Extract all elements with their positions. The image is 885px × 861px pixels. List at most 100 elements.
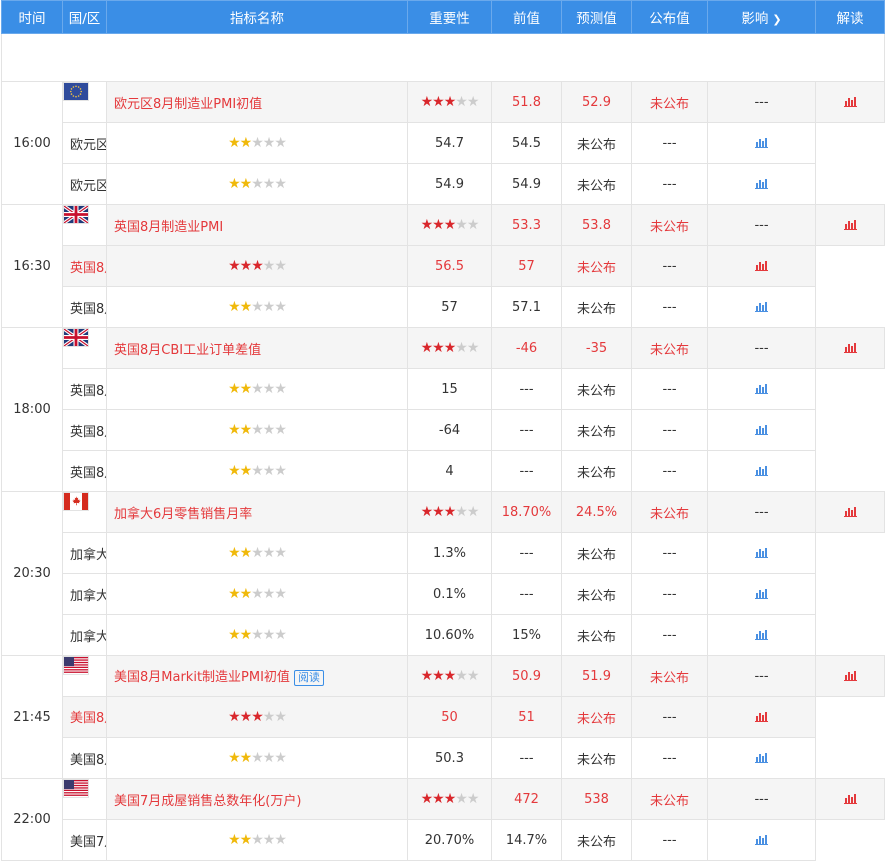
- bar-chart-icon[interactable]: [755, 710, 768, 722]
- indicator-name[interactable]: 英国8月CBI工业出口订单差值: [62, 409, 107, 451]
- indicator-name-text[interactable]: 加拿大6月零售销售月率: [114, 507, 252, 522]
- indicator-name[interactable]: 加拿大7月新屋价格指数年率: [62, 532, 107, 574]
- read-tag-button[interactable]: 阅读: [293, 669, 324, 686]
- bar-chart-icon[interactable]: [755, 382, 768, 394]
- indicator-name-text[interactable]: 美国8月Markit制造业PMI初值: [114, 670, 290, 685]
- importance-stars: ★★★★★: [407, 204, 492, 246]
- indicator-name-text[interactable]: 英国8月CBI工业订单差值: [114, 343, 261, 358]
- indicator-name-text[interactable]: 美国7月成屋销售总数年化(万户): [114, 794, 301, 809]
- country-flag: [63, 492, 89, 511]
- indicator-name[interactable]: 英国8月CBI工业订单差值: [106, 327, 408, 369]
- indicator-name-text[interactable]: 欧元区8月制造业PMI初值: [114, 97, 262, 112]
- indicator-name-text[interactable]: 美国7月成屋销售年化月率: [70, 835, 106, 850]
- indicator-name[interactable]: 美国8月Markit制造业PMI初值 阅读: [106, 655, 408, 697]
- indicator-name[interactable]: 美国7月成屋销售总数年化(万户): [106, 778, 408, 820]
- event-time: 18:00: [1, 327, 63, 492]
- indicator-name-text[interactable]: 美国8月Markit综合PMI初值: [70, 753, 106, 768]
- indicator-name-text[interactable]: 欧元区8月综合PMI初值: [70, 179, 106, 194]
- indicator-name[interactable]: 英国8月综合PMI: [62, 286, 107, 328]
- indicator-name-text[interactable]: 英国8月综合PMI: [70, 302, 106, 317]
- interpret-cell[interactable]: [815, 204, 885, 246]
- interpret-cell[interactable]: [707, 532, 816, 574]
- bar-chart-icon[interactable]: [755, 587, 768, 599]
- indicator-name[interactable]: 美国8月Markit综合PMI初值: [62, 737, 107, 779]
- indicator-name-text[interactable]: 英国8月CBI工业产出预期差值: [70, 384, 106, 399]
- star-empty-icon: ★: [274, 299, 287, 315]
- bar-chart-icon[interactable]: [755, 833, 768, 845]
- indicator-name[interactable]: 英国8月服务业PMI: [62, 245, 107, 287]
- interpret-cell[interactable]: [707, 122, 816, 164]
- bar-chart-icon[interactable]: [755, 136, 768, 148]
- bar-chart-icon[interactable]: [755, 628, 768, 640]
- interpret-cell[interactable]: [815, 778, 885, 820]
- bar-chart-icon[interactable]: [843, 792, 857, 804]
- indicator-name[interactable]: 英国8月CBI工业产出预期差值: [62, 368, 107, 410]
- indicator-name-text[interactable]: 加拿大6月核心零售销售月率: [70, 630, 106, 645]
- indicator-name-text[interactable]: 加拿大7月新屋价格指数年率: [70, 548, 106, 563]
- interpret-cell[interactable]: [707, 368, 816, 410]
- indicator-name[interactable]: 加拿大6月核心零售销售月率: [62, 614, 107, 656]
- interpret-cell[interactable]: [707, 450, 816, 492]
- interpret-cell[interactable]: [707, 409, 816, 451]
- forecast-value: 14.7%: [491, 819, 562, 861]
- indicator-name[interactable]: 英国8月CBI工业物价预期差值: [62, 450, 107, 492]
- bar-chart-icon[interactable]: [755, 546, 768, 558]
- indicator-name[interactable]: 美国8月Markit服务业PMI初值阅读: [62, 696, 107, 738]
- star-empty-icon: ★: [262, 381, 276, 397]
- header-impact-dropdown[interactable]: 影响 ❯: [707, 0, 816, 34]
- star-filled-icon: ★: [432, 668, 445, 684]
- actual-value: 未公布: [561, 163, 632, 205]
- star-filled-icon: ★: [228, 381, 241, 397]
- indicator-name-text[interactable]: 英国8月CBI工业出口订单差值: [70, 425, 106, 440]
- indicator-name-text[interactable]: 美国8月Markit服务业PMI初值: [70, 711, 106, 726]
- table-row: 加拿大7月新屋价格指数月率★★★★★0.1%---未公布---: [2, 573, 885, 615]
- bar-chart-icon[interactable]: [843, 669, 857, 681]
- interpret-cell[interactable]: [815, 327, 885, 369]
- actual-value: 未公布: [561, 245, 632, 287]
- indicator-name-text[interactable]: 加拿大7月新屋价格指数月率: [70, 589, 106, 604]
- table-row: 英国8月综合PMI★★★★★5757.1未公布---: [2, 286, 885, 328]
- star-empty-icon: ★: [455, 94, 468, 110]
- indicator-name[interactable]: 加拿大7月新屋价格指数月率: [62, 573, 107, 615]
- interpret-cell[interactable]: [707, 163, 816, 205]
- star-empty-icon: ★: [251, 463, 264, 479]
- bar-chart-icon[interactable]: [755, 751, 768, 763]
- interpret-cell[interactable]: [707, 614, 816, 656]
- indicator-name[interactable]: 加拿大6月零售销售月率: [106, 491, 408, 533]
- impact-value: ---: [707, 655, 816, 697]
- bar-chart-icon[interactable]: [843, 505, 857, 517]
- interpret-cell[interactable]: [707, 737, 816, 779]
- star-empty-icon: ★: [262, 258, 276, 274]
- indicator-name[interactable]: 欧元区8月综合PMI初值: [62, 163, 107, 205]
- star-empty-icon: ★: [251, 545, 264, 561]
- interpret-cell[interactable]: [707, 245, 816, 287]
- impact-value: ---: [707, 327, 816, 369]
- bar-chart-icon[interactable]: [755, 177, 768, 189]
- header-previous: 前值: [491, 0, 562, 34]
- indicator-name-text[interactable]: 英国8月服务业PMI: [70, 261, 106, 276]
- interpret-cell[interactable]: [707, 286, 816, 328]
- interpret-cell[interactable]: [707, 573, 816, 615]
- bar-chart-icon[interactable]: [843, 341, 857, 353]
- bar-chart-icon[interactable]: [843, 218, 857, 230]
- indicator-name[interactable]: 英国8月制造业PMI: [106, 204, 408, 246]
- bar-chart-icon[interactable]: [755, 300, 768, 312]
- interpret-cell[interactable]: [815, 655, 885, 697]
- interpret-cell[interactable]: [707, 819, 816, 861]
- star-filled-icon: ★: [432, 504, 445, 520]
- interpret-cell[interactable]: [815, 81, 885, 123]
- indicator-name[interactable]: 美国7月成屋销售年化月率: [62, 819, 107, 861]
- interpret-cell[interactable]: [815, 491, 885, 533]
- bar-chart-icon[interactable]: [755, 259, 768, 271]
- indicator-name-text[interactable]: 英国8月制造业PMI: [114, 220, 223, 235]
- bar-chart-icon[interactable]: [843, 95, 857, 107]
- bar-chart-icon[interactable]: [755, 423, 768, 435]
- bar-chart-icon[interactable]: [755, 464, 768, 476]
- indicator-name-text[interactable]: 欧元区8月服务业PMI初值: [70, 138, 106, 153]
- interpret-cell[interactable]: [707, 696, 816, 738]
- indicator-name[interactable]: 欧元区8月服务业PMI初值: [62, 122, 107, 164]
- star-filled-icon: ★: [432, 340, 445, 356]
- indicator-name-text[interactable]: 英国8月CBI工业物价预期差值: [70, 466, 106, 481]
- indicator-name[interactable]: 欧元区8月制造业PMI初值: [106, 81, 408, 123]
- forecast-value: 57.1: [491, 286, 562, 328]
